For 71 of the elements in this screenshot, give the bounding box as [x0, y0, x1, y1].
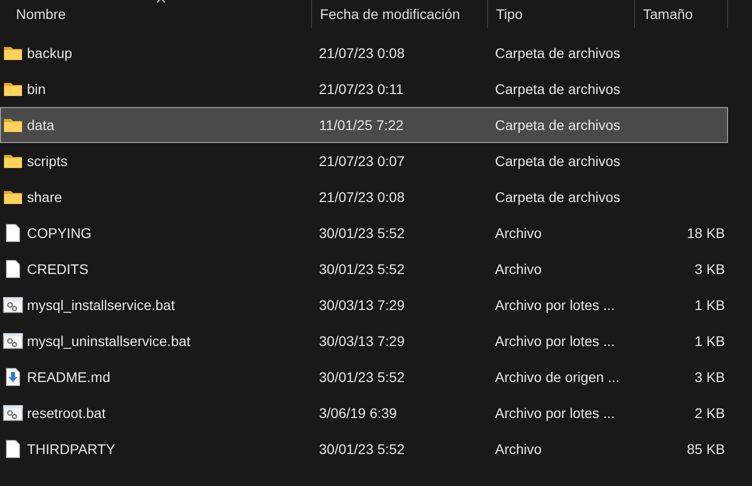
- file-row[interactable]: data 11/01/25 7:22 Carpeta de archivos: [0, 107, 728, 143]
- file-type: Archivo: [495, 261, 542, 277]
- file-name[interactable]: README.md: [27, 369, 110, 385]
- file-type: Archivo: [495, 441, 542, 457]
- file-size: 1 KB: [694, 297, 725, 313]
- file-row[interactable]: scripts 21/07/23 0:07 Carpeta de archivos: [0, 143, 728, 179]
- folder-icon: [3, 189, 23, 205]
- modified-date: 30/03/13 7:29: [319, 333, 405, 349]
- document-icon: [3, 224, 23, 242]
- modified-date: 3/06/19 6:39: [319, 405, 397, 421]
- file-type: Archivo: [495, 225, 542, 241]
- file-name[interactable]: mysql_uninstallservice.bat: [27, 333, 190, 349]
- file-row[interactable]: COPYING 30/01/23 5:52 Archivo 18 KB: [0, 215, 728, 251]
- modified-date: 30/03/13 7:29: [319, 297, 405, 313]
- file-name[interactable]: CREDITS: [27, 261, 88, 277]
- file-size: 3 KB: [694, 261, 725, 277]
- file-row[interactable]: THIRDPARTY 30/01/23 5:52 Archivo 85 KB: [0, 431, 728, 467]
- file-type: Carpeta de archivos: [495, 153, 620, 169]
- document-icon: [3, 260, 23, 278]
- file-row[interactable]: backup 21/07/23 0:08 Carpeta de archivos: [0, 35, 728, 71]
- modified-date: 30/01/23 5:52: [319, 441, 405, 457]
- file-size: 2 KB: [694, 405, 725, 421]
- file-row[interactable]: mysql_uninstallservice.bat 30/03/13 7:29 Archivo por lotes ... 1 KB: [0, 323, 728, 359]
- gears-icon: [3, 405, 23, 421]
- file-name[interactable]: resetroot.bat: [27, 405, 106, 421]
- file-size: 1 KB: [694, 333, 725, 349]
- file-row[interactable]: README.md 30/01/23 5:52 Archivo de origen ... 3 KB: [0, 359, 728, 395]
- file-name[interactable]: scripts: [27, 153, 68, 169]
- file-name[interactable]: COPYING: [27, 225, 92, 241]
- folder-icon: [3, 153, 23, 169]
- modified-date: 30/01/23 5:52: [319, 225, 405, 241]
- folder-icon: [3, 45, 23, 61]
- file-type: Carpeta de archivos: [495, 189, 620, 205]
- column-header[interactable]: Fecha de modificación: [312, 0, 488, 28]
- download-arrow-document-icon: [3, 368, 23, 386]
- file-type: Archivo por lotes ...: [495, 297, 615, 313]
- column-header[interactable]: Tamaño: [635, 0, 728, 28]
- modified-date: 30/01/23 5:52: [319, 369, 405, 385]
- file-type: Archivo por lotes ...: [495, 405, 615, 421]
- file-name[interactable]: data: [27, 117, 54, 133]
- file-name[interactable]: THIRDPARTY: [27, 441, 116, 457]
- modified-date: 11/01/25 7:22: [319, 117, 404, 133]
- folder-icon: [3, 117, 23, 133]
- modified-date: 21/07/23 0:08: [319, 45, 405, 61]
- gears-icon: [3, 297, 23, 313]
- file-type: Carpeta de archivos: [495, 117, 620, 133]
- modified-date: 21/07/23 0:07: [319, 153, 405, 169]
- file-size: 3 KB: [694, 369, 725, 385]
- file-row[interactable]: mysql_installservice.bat 30/03/13 7:29 Archivo por lotes ... 1 KB: [0, 287, 728, 323]
- file-row[interactable]: resetroot.bat 3/06/19 6:39 Archivo por lotes ... 2 KB: [0, 395, 728, 431]
- file-type: Archivo de origen ...: [495, 369, 620, 385]
- file-name[interactable]: mysql_installservice.bat: [27, 297, 175, 313]
- file-row[interactable]: bin 21/07/23 0:11 Carpeta de archivos: [0, 71, 728, 107]
- file-type: Carpeta de archivos: [495, 45, 620, 61]
- folder-icon: [3, 81, 23, 97]
- file-size: 85 KB: [686, 441, 725, 457]
- file-row[interactable]: CREDITS 30/01/23 5:52 Archivo 3 KB: [0, 251, 728, 287]
- document-icon: [3, 440, 23, 458]
- file-name[interactable]: share: [27, 189, 62, 205]
- gears-icon: [3, 333, 23, 349]
- modified-date: 30/01/23 5:52: [319, 261, 405, 277]
- modified-date: 21/07/23 0:08: [319, 189, 405, 205]
- column-header[interactable]: Tipo: [488, 0, 635, 28]
- file-size: 18 KB: [686, 225, 725, 241]
- modified-date: 21/07/23 0:11: [319, 81, 404, 97]
- file-type: Carpeta de archivos: [495, 81, 620, 97]
- file-row[interactable]: share 21/07/23 0:08 Carpeta de archivos: [0, 179, 728, 215]
- column-header[interactable]: Nombre: [0, 0, 312, 28]
- file-name[interactable]: bin: [27, 81, 46, 97]
- file-name[interactable]: backup: [27, 45, 72, 61]
- file-type: Archivo por lotes ...: [495, 333, 615, 349]
